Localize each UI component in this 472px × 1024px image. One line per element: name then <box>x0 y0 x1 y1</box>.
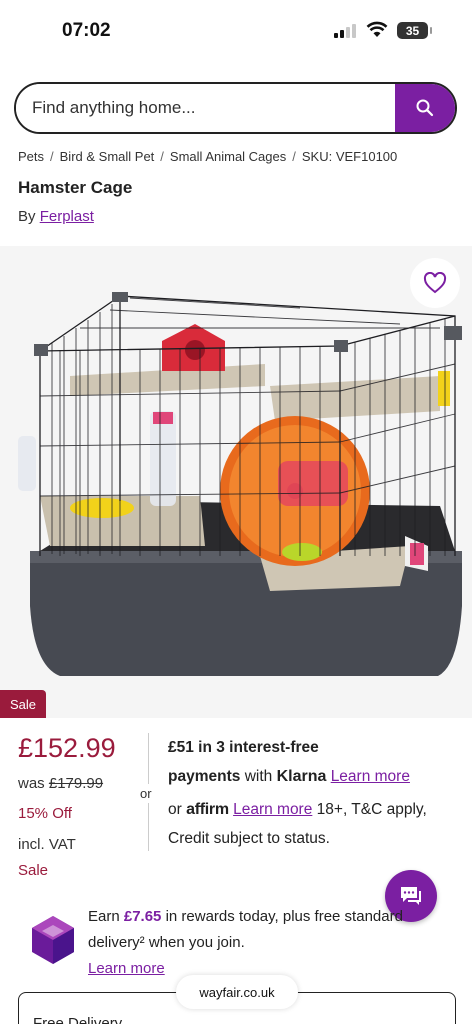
heart-icon <box>423 272 447 294</box>
sale-badge: Sale <box>0 690 46 718</box>
affirm-learn-more-link[interactable]: Learn more <box>233 801 312 818</box>
klarna-logo: Klarna <box>276 768 327 785</box>
rewards-text: Earn £7.65 in rewards today, plus free s… <box>88 904 408 982</box>
status-bar: 07:02 35 <box>0 0 472 62</box>
klarna-amount: £51 in 3 interest-free <box>168 739 319 756</box>
current-price: £152.99 <box>18 733 116 763</box>
was-label: was <box>18 775 45 792</box>
status-time: 07:02 <box>62 20 111 41</box>
rewards-amount: £7.65 <box>123 908 162 925</box>
klarna-payments: payments <box>168 768 241 785</box>
klarna-with: with <box>244 768 273 785</box>
rewards-learn-more-link[interactable]: Learn more <box>88 960 165 977</box>
brand-line: By Ferplast <box>18 208 94 225</box>
vat-label: incl. VAT <box>18 836 76 853</box>
breadcrumb-bird-small-pet[interactable]: Bird & Small Pet <box>60 149 155 164</box>
battery-icon: 35 <box>397 22 432 39</box>
breadcrumb-pets[interactable]: Pets <box>18 149 44 164</box>
affirm-line: or affirm Learn more 18+, T&C apply, Cre… <box>168 795 458 853</box>
rewards-earn: Earn <box>88 908 120 925</box>
product-title: Hamster Cage <box>18 178 133 197</box>
search-button[interactable] <box>395 84 455 132</box>
breadcrumb-small-animal-cages[interactable]: Small Animal Cages <box>170 149 286 164</box>
favorite-button[interactable] <box>410 258 460 308</box>
discount-label: 15% Off <box>18 805 72 822</box>
was-price-line: was £179.99 <box>18 775 103 792</box>
breadcrumb-separator: / <box>292 149 296 164</box>
battery-level: 35 <box>405 23 420 38</box>
was-price: £179.99 <box>48 775 104 792</box>
search-bar <box>14 82 457 134</box>
klarna-learn-more-link[interactable]: Learn more <box>331 768 410 785</box>
brand-link[interactable]: Ferplast <box>40 208 94 225</box>
breadcrumb: Pets / Bird & Small Pet / Small Animal C… <box>18 149 397 164</box>
sale-label: Sale <box>18 862 49 879</box>
breadcrumb-sku: SKU: VEF10100 <box>301 149 398 164</box>
klarna-line: £51 in 3 interest-free payments with Kla… <box>168 733 458 791</box>
wifi-icon <box>366 21 388 37</box>
delivery-label: Free Delivery <box>33 1015 123 1024</box>
rewards-banner: Earn £7.65 in rewards today, plus free s… <box>0 896 472 986</box>
by-label: By <box>18 208 36 225</box>
rewards-gem-icon <box>32 916 74 964</box>
product-image <box>18 292 462 676</box>
search-icon <box>416 99 434 117</box>
product-image-gallery[interactable] <box>0 246 472 718</box>
breadcrumb-separator: / <box>160 149 164 164</box>
or-label: or <box>140 784 152 803</box>
affirm-logo: affirm <box>186 801 229 818</box>
browser-url-pill[interactable]: wayfair.co.uk <box>176 975 298 1009</box>
search-input[interactable] <box>16 84 395 132</box>
affirm-or: or <box>168 801 182 818</box>
finance-options: £51 in 3 interest-free payments with Kla… <box>168 733 458 853</box>
breadcrumb-separator: / <box>50 149 54 164</box>
signal-icon <box>334 24 356 38</box>
